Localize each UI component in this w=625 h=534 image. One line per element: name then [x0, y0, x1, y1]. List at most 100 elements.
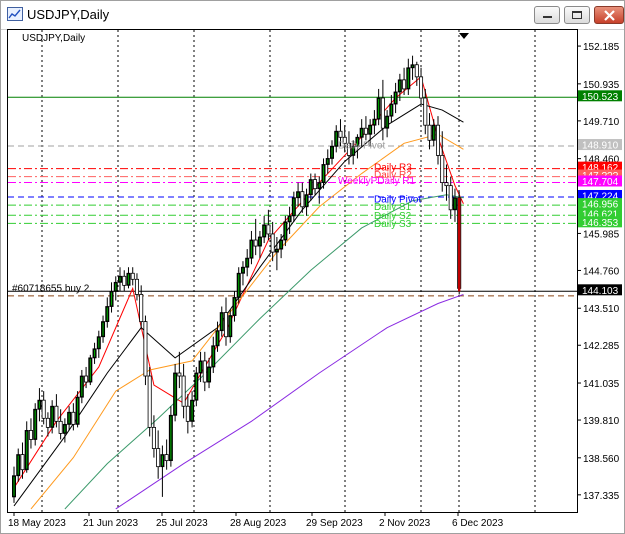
- candle: [223, 297, 228, 346]
- candle-body-fill: [191, 401, 193, 421]
- candle: [402, 67, 407, 95]
- candle-body-fill: [161, 455, 163, 466]
- candle: [393, 82, 398, 114]
- candle: [253, 218, 258, 256]
- candle: [240, 261, 245, 286]
- candle-body: [423, 97, 428, 126]
- candle: [380, 79, 385, 141]
- candle-body-fill: [170, 416, 172, 460]
- candle: [16, 448, 21, 482]
- candle-body: [45, 417, 50, 428]
- candle: [88, 354, 93, 386]
- candle-body: [363, 127, 368, 135]
- candle: [164, 439, 169, 470]
- x-tick-label: 21 Jun 2023: [83, 518, 138, 529]
- candle-body-fill: [395, 92, 397, 104]
- candle-body: [338, 130, 343, 138]
- candle-body-fill: [361, 129, 363, 137]
- close-button[interactable]: [594, 6, 624, 24]
- price-tag-label: 147.224: [582, 191, 619, 202]
- candle-body: [54, 405, 59, 422]
- price-tag-box: [578, 284, 622, 296]
- candle: [173, 363, 178, 422]
- candle-body-fill: [102, 322, 104, 336]
- candle-body-fill: [411, 65, 414, 67]
- candle: [291, 191, 296, 222]
- candle: [190, 391, 195, 428]
- price-tag-label: 148.162: [582, 163, 619, 174]
- candle-body: [448, 185, 453, 211]
- candle-body-fill: [98, 337, 100, 348]
- candle-body-fill: [106, 307, 108, 321]
- price-tag-label: 150.523: [582, 92, 619, 103]
- price-chart[interactable]: Daily R3 Daily R2 WeeklyPDaily R1 Daily Piv…: [7, 29, 578, 513]
- candle-body: [130, 272, 135, 280]
- candle-body-fill: [390, 105, 392, 116]
- candle: [75, 391, 80, 428]
- candle-body-fill: [110, 292, 113, 306]
- y-tick-label: 148.460: [583, 155, 620, 166]
- candle: [92, 342, 97, 364]
- candle-body-fill: [115, 283, 117, 291]
- candle: [435, 116, 440, 165]
- maximize-button[interactable]: [564, 6, 590, 24]
- candle-body: [444, 182, 449, 187]
- candle-body-fill: [212, 346, 214, 366]
- price-tag-box: [578, 161, 622, 173]
- candle-body: [41, 399, 46, 419]
- price-tag-box: [578, 198, 622, 210]
- candle-body-fill: [64, 425, 66, 433]
- candle-body-fill: [276, 250, 278, 252]
- candle-body: [185, 405, 190, 422]
- candle: [414, 61, 419, 86]
- y-tick-label: 152.185: [583, 42, 620, 53]
- candle-body-fill: [310, 180, 312, 194]
- candle: [185, 394, 190, 434]
- price-tag-label: 146.956: [582, 200, 619, 211]
- candle-body: [164, 454, 169, 462]
- candle-body: [71, 411, 76, 425]
- candle-body: [156, 448, 161, 468]
- candle-body-fill: [284, 222, 286, 240]
- candle-body-fill: [250, 241, 253, 258]
- candle: [130, 267, 135, 286]
- candle: [236, 267, 241, 304]
- close-icon: [604, 10, 615, 21]
- candle-body: [134, 278, 139, 295]
- candle: [28, 418, 33, 449]
- level-annotation: WeeklyPDaily R1: [338, 176, 415, 187]
- candle-body: [139, 294, 144, 323]
- candle: [113, 276, 118, 301]
- candle: [262, 215, 267, 244]
- candle-body-fill: [293, 198, 295, 215]
- x-tick-label: 28 Aug 2023: [230, 518, 287, 529]
- chart-icon: [7, 7, 23, 21]
- candle-body-fill: [263, 225, 265, 237]
- price-tag: 147.???: [578, 169, 622, 182]
- candle-body-fill: [369, 126, 371, 134]
- candle: [389, 94, 394, 123]
- chart-canvas[interactable]: Daily R3Daily R2WeeklyPDaily R1Daily Piv…: [8, 30, 577, 512]
- candle: [181, 363, 186, 419]
- candle: [177, 351, 182, 389]
- candle-body: [223, 312, 228, 338]
- candle-body-fill: [233, 298, 236, 315]
- candle-body-fill: [386, 117, 388, 128]
- candle-body: [202, 360, 207, 383]
- candle-body: [419, 76, 424, 99]
- candle: [50, 400, 55, 434]
- candle: [363, 116, 368, 141]
- level-annotation: #60718655 buy 2.: [12, 283, 92, 294]
- price-tag-box: [578, 175, 622, 187]
- level-annotation: Daily Pivot: [338, 140, 385, 151]
- candle-body-fill: [26, 431, 28, 469]
- candle-body-fill: [17, 455, 19, 475]
- candle-body-fill: [407, 68, 409, 88]
- minimize-button[interactable]: [534, 6, 560, 24]
- candle-body-fill: [51, 407, 53, 427]
- candle-body: [414, 64, 419, 78]
- candle: [105, 297, 110, 328]
- price-tag-box: [578, 169, 622, 181]
- candle: [156, 430, 161, 479]
- moving-average-line: [115, 293, 464, 510]
